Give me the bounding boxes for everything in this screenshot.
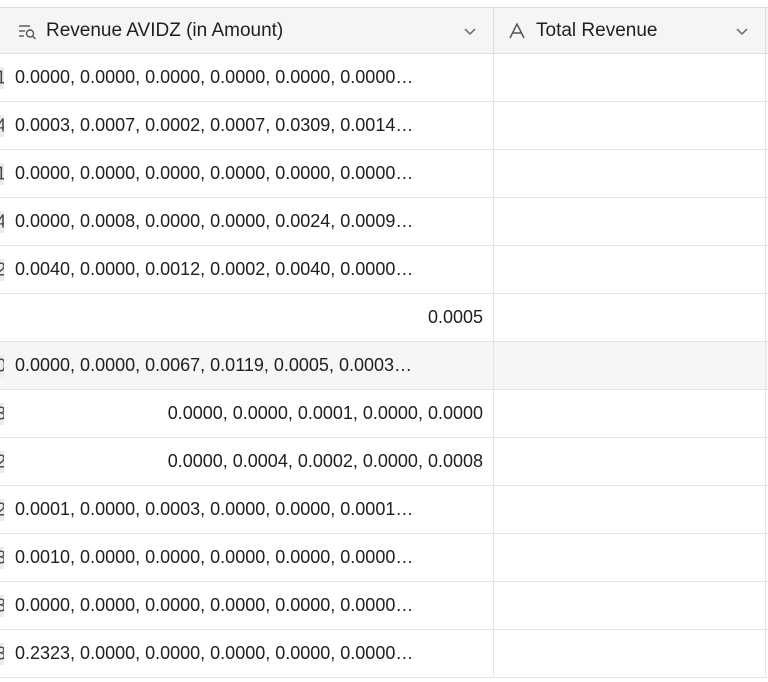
cell-revenue-avidz[interactable]: 0.0005 [0, 294, 494, 341]
column-header-total-revenue[interactable]: Total Revenue [494, 8, 766, 53]
cell-revenue-avidz[interactable]: 0.0000, 0.0000, 0.0000, 0.0000, 0.0000, … [0, 150, 494, 197]
cell-revenue-avidz[interactable]: 0.0000, 0.0000, 0.0000, 0.0000, 0.0000, … [0, 582, 494, 629]
cell-value: 0.0040, 0.0000, 0.0012, 0.0002, 0.0040, … [15, 259, 414, 279]
table-row[interactable]: 2 0.0040, 0.0000, 0.0012, 0.0002, 0.0040,… [0, 246, 768, 294]
cell-total-revenue[interactable] [494, 438, 766, 485]
cell-value: 0.0003, 0.0007, 0.0002, 0.0007, 0.0309, … [15, 115, 414, 135]
cell-value: 0.2323, 0.0000, 0.0000, 0.0000, 0.0000, … [15, 643, 414, 663]
row-number-fragment: 4 [0, 115, 4, 136]
cell-revenue-avidz[interactable]: 0.0010, 0.0000, 0.0000, 0.0000, 0.0000, … [0, 534, 494, 581]
cell-total-revenue[interactable] [494, 486, 766, 533]
table-row[interactable]: 2 0.0001, 0.0000, 0.0003, 0.0000, 0.0000,… [0, 486, 768, 534]
table-row[interactable]: 3 0.0000, 0.0000, 0.0001, 0.0000, 0.0000 [0, 390, 768, 438]
cell-total-revenue[interactable] [494, 294, 766, 341]
chevron-down-icon[interactable] [733, 22, 751, 40]
cell-value: 0.0000, 0.0008, 0.0000, 0.0000, 0.0024, … [15, 211, 414, 231]
cell-revenue-avidz[interactable]: 0.0040, 0.0000, 0.0012, 0.0002, 0.0040, … [0, 246, 494, 293]
cell-total-revenue[interactable] [494, 390, 766, 437]
cell-value: 0.0001, 0.0000, 0.0003, 0.0000, 0.0000, … [15, 499, 414, 519]
table-row[interactable]: 0 0.0000, 0.0000, 0.0067, 0.0119, 0.0005,… [0, 342, 768, 390]
cell-revenue-avidz[interactable]: 0.0000, 0.0000, 0.0000, 0.0000, 0.0000, … [0, 54, 494, 101]
cell-total-revenue[interactable] [494, 534, 766, 581]
row-number-fragment: 2 [0, 259, 4, 280]
cell-value: 0.0000, 0.0000, 0.0000, 0.0000, 0.0000, … [15, 595, 414, 615]
cell-total-revenue[interactable] [494, 198, 766, 245]
column-header-label: Total Revenue [536, 19, 658, 41]
cell-revenue-avidz[interactable]: 0.0001, 0.0000, 0.0003, 0.0000, 0.0000, … [0, 486, 494, 533]
cell-value: 0.0000, 0.0000, 0.0000, 0.0000, 0.0000, … [15, 67, 414, 87]
row-number-fragment: 0 [0, 355, 4, 376]
row-number-fragment: 3 [0, 643, 4, 664]
cell-value: 0.0000, 0.0000, 0.0067, 0.0119, 0.0005, … [15, 355, 413, 375]
cell-total-revenue[interactable] [494, 630, 766, 677]
cell-value: 0.0000, 0.0000, 0.0001, 0.0000, 0.0000 [167, 403, 483, 423]
row-number-fragment: 2 [0, 499, 4, 520]
grid-body: 1 0.0000, 0.0000, 0.0000, 0.0000, 0.0000,… [0, 54, 768, 678]
table-row[interactable]: 1 0.0000, 0.0000, 0.0000, 0.0000, 0.0000,… [0, 150, 768, 198]
row-number-fragment: 4 [0, 211, 4, 232]
cell-total-revenue[interactable] [494, 150, 766, 197]
cell-revenue-avidz[interactable]: 0.0000, 0.0000, 0.0001, 0.0000, 0.0000 [0, 390, 494, 437]
chevron-down-icon[interactable] [461, 22, 479, 40]
row-number-fragment: 3 [0, 403, 4, 424]
cell-revenue-avidz[interactable]: 0.0000, 0.0000, 0.0067, 0.0119, 0.0005, … [0, 342, 494, 389]
row-number-fragment: 1 [0, 163, 4, 184]
table-row[interactable]: 2 0.0000, 0.0004, 0.0002, 0.0000, 0.0008 [0, 438, 768, 486]
cell-value: 0.0000, 0.0004, 0.0002, 0.0000, 0.0008 [167, 451, 483, 471]
cell-revenue-avidz[interactable]: 0.2323, 0.0000, 0.0000, 0.0000, 0.0000, … [0, 630, 494, 677]
table-row[interactable]: 1 0.0000, 0.0000, 0.0000, 0.0000, 0.0000,… [0, 54, 768, 102]
cell-revenue-avidz[interactable]: 0.0000, 0.0004, 0.0002, 0.0000, 0.0008 [0, 438, 494, 485]
column-header-label: Revenue AVIDZ (in Amount) [46, 19, 284, 41]
row-number-fragment: 3 [0, 595, 4, 616]
grid-header: Revenue AVIDZ (in Amount) Total Revenue [0, 7, 768, 54]
cell-total-revenue[interactable] [494, 102, 766, 149]
row-number-fragment: 3 [0, 547, 4, 568]
table-row[interactable]: 3 0.2323, 0.0000, 0.0000, 0.0000, 0.0000,… [0, 630, 768, 678]
cell-revenue-avidz[interactable]: 0.0000, 0.0008, 0.0000, 0.0000, 0.0024, … [0, 198, 494, 245]
data-grid: Revenue AVIDZ (in Amount) Total Revenue [0, 7, 768, 678]
cell-total-revenue[interactable] [494, 54, 766, 101]
rollup-list-icon [16, 20, 38, 42]
row-number-fragment: 2 [0, 451, 4, 472]
cell-value: 0.0000, 0.0000, 0.0000, 0.0000, 0.0000, … [15, 163, 414, 183]
cell-total-revenue[interactable] [494, 582, 766, 629]
column-header-revenue-avidz[interactable]: Revenue AVIDZ (in Amount) [0, 8, 494, 53]
cell-value: 0.0010, 0.0000, 0.0000, 0.0000, 0.0000, … [15, 547, 414, 567]
table-row[interactable]: 0.0005 [0, 294, 768, 342]
cell-total-revenue[interactable] [494, 342, 766, 389]
table-row[interactable]: 4 0.0000, 0.0008, 0.0000, 0.0000, 0.0024,… [0, 198, 768, 246]
cell-revenue-avidz[interactable]: 0.0003, 0.0007, 0.0002, 0.0007, 0.0309, … [0, 102, 494, 149]
formula-a-icon [506, 20, 528, 42]
row-number-fragment: 1 [0, 67, 4, 88]
cell-value: 0.0005 [427, 307, 483, 327]
table-row[interactable]: 4 0.0003, 0.0007, 0.0002, 0.0007, 0.0309,… [0, 102, 768, 150]
table-row[interactable]: 3 0.0000, 0.0000, 0.0000, 0.0000, 0.0000,… [0, 582, 768, 630]
cell-total-revenue[interactable] [494, 246, 766, 293]
table-row[interactable]: 3 0.0010, 0.0000, 0.0000, 0.0000, 0.0000,… [0, 534, 768, 582]
